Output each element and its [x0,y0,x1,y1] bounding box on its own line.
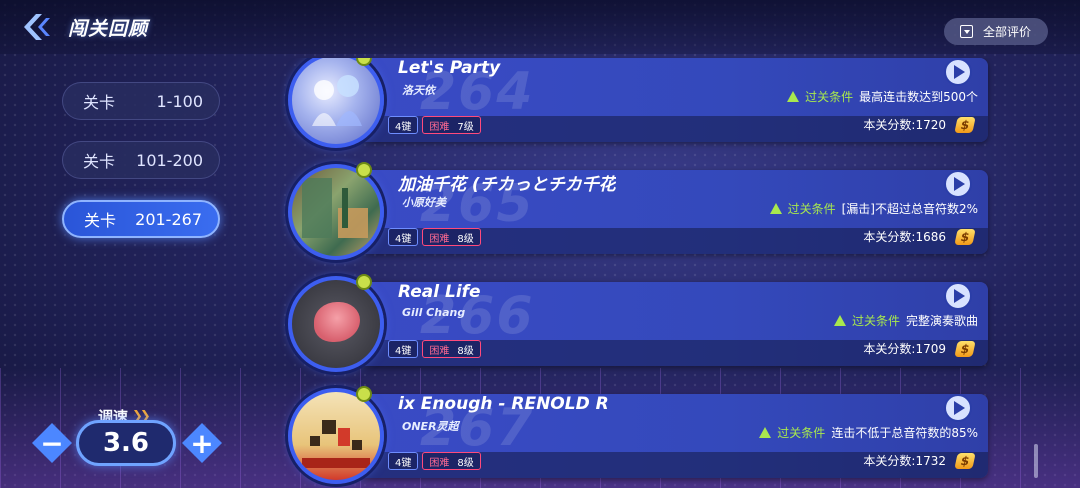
medal-icon [356,162,372,178]
play-button[interactable] [944,394,972,422]
play-button[interactable] [944,282,972,310]
warning-triangle-icon [833,315,846,326]
album-art [312,75,362,126]
dropdown-box-icon [960,25,973,38]
level-tab-1-100[interactable]: 关卡 1-100 [62,82,220,120]
pixel-art-album-cover-icon[interactable] [288,388,384,484]
difficulty-level: 8级 [457,233,474,245]
keys-tag: 4键 [388,340,419,358]
song-title: 加油千花 (チカっとチカ千花 [398,175,616,192]
level-tab-101-200[interactable]: 关卡 101-200 [62,141,220,179]
level-tab-range: 1-100 [156,91,204,111]
song-artist: Gill Chang [402,306,466,319]
speed-decrease-button[interactable]: − [32,423,72,463]
medal-icon [356,386,372,402]
level-tab-range: 201-267 [135,209,202,229]
song-tags: 4键 困难 8级 [388,452,481,470]
difficulty-label: 困难 [429,233,450,245]
pass-condition-label: 过关条件 [805,90,854,104]
song-card[interactable]: 264 Let's Party 洛天依 过关条件 最高连击数达到500个 4键 … [280,58,990,148]
pass-condition: 过关条件 完整演奏歌曲 [833,312,978,329]
difficulty-level: 8级 [457,457,474,469]
difficulty-label: 困难 [429,121,450,133]
scrollbar-handle[interactable] [1034,444,1038,478]
room-album-cover-icon[interactable] [288,164,384,260]
speed-increase-button[interactable]: + [182,423,222,463]
difficulty-tag: 困难 8级 [422,340,481,358]
warning-triangle-icon [769,203,782,214]
back-button[interactable] [20,12,54,42]
song-title: Real Life [398,282,481,302]
warning-triangle-icon [787,91,800,102]
pass-condition-label: 过关条件 [851,314,900,328]
rate-all-label: 全部评价 [983,25,1032,39]
page-title: 闯关回顾 [68,18,149,40]
pink-blob-album-cover-icon[interactable] [288,276,384,372]
song-score: 本关分数:1709 [863,342,946,356]
song-tags: 4键 困难 7级 [388,116,481,134]
song-artist: 洛天依 [402,84,435,97]
song-tags: 4键 困难 8级 [388,228,481,246]
pass-condition: 过关条件 最高连击数达到500个 [787,88,978,105]
album-art [302,178,368,238]
speed-value: 3.6 [76,420,176,466]
difficulty-tag: 困难 7级 [422,116,481,134]
difficulty-label: 困难 [429,345,450,357]
level-tab-label: 关卡 [83,93,116,112]
back-chevron-icon [24,14,50,40]
song-score: 本关分数:1732 [863,454,946,468]
pass-condition: 过关条件 连击不低于总音符数的85% [759,424,978,441]
pass-condition-label: 过关条件 [777,426,826,440]
keys-tag: 4键 [388,116,419,134]
keys-tag: 4键 [388,228,419,246]
level-tab-201-267[interactable]: 关卡 201-267 [62,200,220,238]
pass-condition-text: 连击不低于总音符数的85% [831,426,978,440]
song-title: ix Enough - RENOLD R [398,394,609,414]
pass-condition: 过关条件 [漏击]不超过总音符数2% [769,200,978,217]
level-tab-label: 关卡 [84,211,117,230]
song-artist: ONER灵超 [402,420,459,433]
song-list[interactable]: 264 Let's Party 洛天依 过关条件 最高连击数达到500个 4键 … [280,58,1000,488]
pass-condition-label: 过关条件 [787,202,836,216]
song-score: 本关分数:1686 [863,230,946,244]
medal-icon [356,274,372,290]
difficulty-label: 困难 [429,457,450,469]
album-art [302,420,370,468]
keys-tag: 4键 [388,452,419,470]
song-title: Let's Party [398,58,501,78]
play-button[interactable] [944,170,972,198]
pass-condition-text: 最高连击数达到500个 [859,90,978,104]
top-bar: 闯关回顾 全部评价 [0,0,1080,54]
rate-all-button[interactable]: 全部评价 [944,18,1048,45]
difficulty-tag: 困难 8级 [422,452,481,470]
song-card[interactable]: 265 加油千花 (チカっとチカ千花 小原好美 过关条件 [漏击]不超过总音符数… [280,162,990,260]
song-artist: 小原好美 [402,196,446,209]
song-score: 本关分数:1720 [863,118,946,132]
song-card[interactable]: 267 ix Enough - RENOLD R ONER灵超 过关条件 连击不… [280,386,990,484]
pass-condition-text: 完整演奏歌曲 [905,314,978,328]
song-card[interactable]: 266 Real Life Gill Chang 过关条件 完整演奏歌曲 4键 … [280,274,990,372]
play-button[interactable] [944,58,972,86]
difficulty-tag: 困难 8级 [422,228,481,246]
level-tab-range: 101-200 [136,150,203,170]
pass-condition-text: [漏击]不超过总音符数2% [841,202,978,216]
warning-triangle-icon [759,427,772,438]
album-art [314,302,360,342]
difficulty-level: 8级 [457,345,474,357]
difficulty-level: 7级 [457,121,474,133]
level-tab-label: 关卡 [83,152,116,171]
song-tags: 4键 困难 8级 [388,340,481,358]
